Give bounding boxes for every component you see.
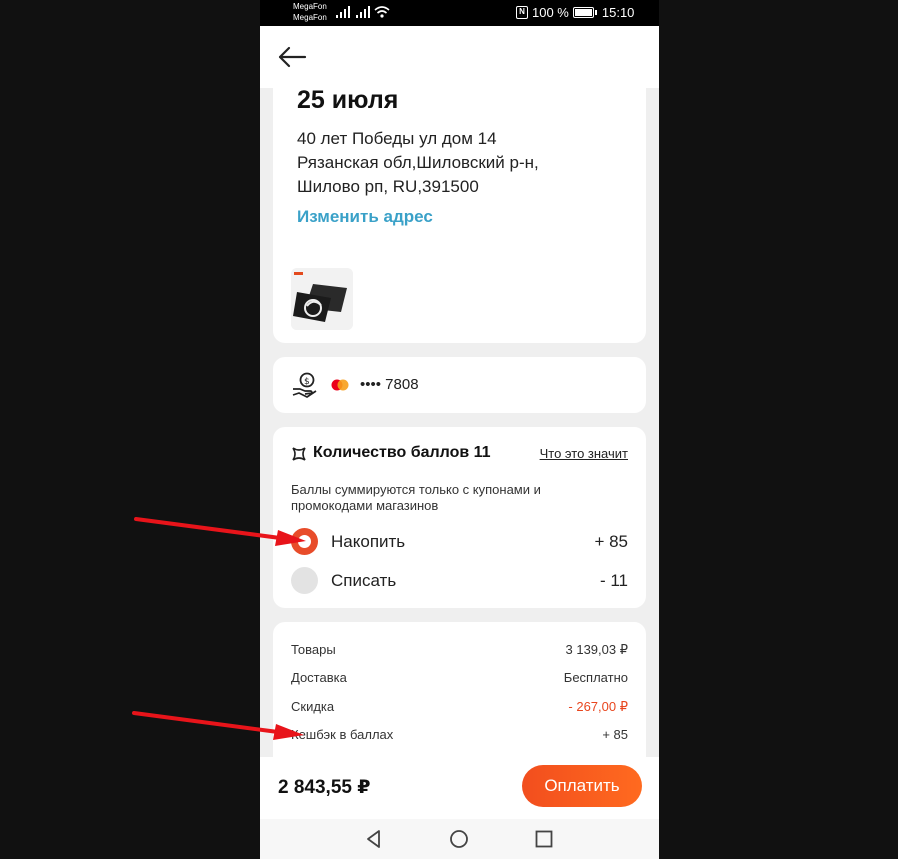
back-arrow-icon[interactable]	[276, 42, 308, 72]
annotation-arrow-cashback	[132, 711, 304, 740]
option-label: Списать	[331, 571, 397, 590]
option-label: Накопить	[331, 532, 406, 551]
carrier-2: MegaFon	[293, 13, 327, 22]
address-line-3: Шилово рп, RU,391500	[297, 177, 479, 196]
status-bar: MegaFon MegaFon N 100 % 15:10	[260, 0, 659, 26]
order-total: 2 843,55 ₽	[278, 777, 371, 798]
signal-icon-2	[356, 6, 370, 18]
summary-row-discount: Скидка - 267,00 ₽	[291, 699, 628, 714]
ssd-product-image	[291, 268, 353, 330]
nav-home-icon[interactable]	[449, 829, 469, 849]
carrier-1: MegaFon	[293, 2, 327, 11]
summary-value: - 267,00 ₽	[568, 699, 628, 714]
delivery-card: 25 июля 40 лет Победы ул дом 14 Рязанска…	[273, 80, 646, 343]
summary-value: + 85	[602, 727, 628, 742]
signal-icon	[336, 6, 350, 18]
summary-value: 3 139,03 ₽	[565, 642, 629, 657]
nav-recents-icon[interactable]	[534, 829, 554, 849]
clock: 15:10	[601, 5, 635, 20]
what-it-means-link[interactable]: Что это значит	[540, 446, 628, 461]
cash-hand-icon: $	[292, 372, 317, 398]
wifi-icon	[374, 6, 390, 18]
battery-icon	[572, 7, 597, 18]
nfc-icon: N	[516, 6, 528, 19]
option-value: - 11	[599, 571, 628, 590]
pay-button[interactable]: Оплатить	[522, 765, 642, 807]
order-summary-card: Товары 3 139,03 ₽ Доставка Бесплатно Ски…	[273, 622, 646, 772]
top-header	[260, 26, 659, 88]
payment-card[interactable]: $ •••• 7808	[273, 357, 646, 413]
option-value: + 85	[594, 532, 628, 551]
summary-row-goods: Товары 3 139,03 ₽	[291, 642, 628, 657]
address-line-2: Рязанская обл,Шиловский р-н,	[297, 153, 539, 172]
phone-screen: MegaFon MegaFon N 100 % 15:10 25 июля 40…	[260, 0, 659, 859]
svg-text:$: $	[304, 377, 310, 387]
change-address-link[interactable]: Изменить адрес	[297, 207, 433, 227]
points-note: Баллы суммируются только с купонами и пр…	[291, 482, 541, 513]
summary-row-cashback: Кешбэк в баллах + 85	[291, 727, 628, 742]
delivery-date: 25 июля	[297, 86, 399, 114]
carrier-names: MegaFon MegaFon	[293, 1, 327, 23]
product-thumbnail[interactable]	[291, 268, 353, 330]
option-accumulate[interactable]: Накопить + 85	[291, 528, 628, 556]
points-card: Количество баллов 11 Что это значит Балл…	[273, 427, 646, 608]
system-nav-bar	[260, 819, 659, 859]
summary-row-delivery: Доставка Бесплатно	[291, 670, 628, 685]
delivery-address: 40 лет Победы ул дом 14 Рязанская обл,Ши…	[297, 127, 627, 199]
summary-label: Доставка	[291, 670, 347, 685]
option-spend[interactable]: Списать - 11	[291, 567, 628, 595]
radio-spend[interactable]	[291, 567, 318, 594]
summary-label: Товары	[291, 642, 336, 657]
points-icon	[292, 447, 306, 461]
mastercard-icon	[331, 379, 349, 391]
nav-back-icon[interactable]	[364, 829, 384, 849]
checkout-bar: 2 843,55 ₽ Оплатить	[260, 757, 659, 819]
card-number: •••• 7808	[360, 376, 419, 393]
points-title: Количество баллов 11	[313, 444, 491, 461]
annotation-arrow-accumulate	[134, 517, 306, 546]
battery-percent: 100 %	[532, 5, 569, 20]
summary-value: Бесплатно	[563, 670, 628, 685]
status-right: N 100 % 15:10	[516, 5, 634, 20]
address-line-1: 40 лет Победы ул дом 14	[297, 129, 497, 148]
